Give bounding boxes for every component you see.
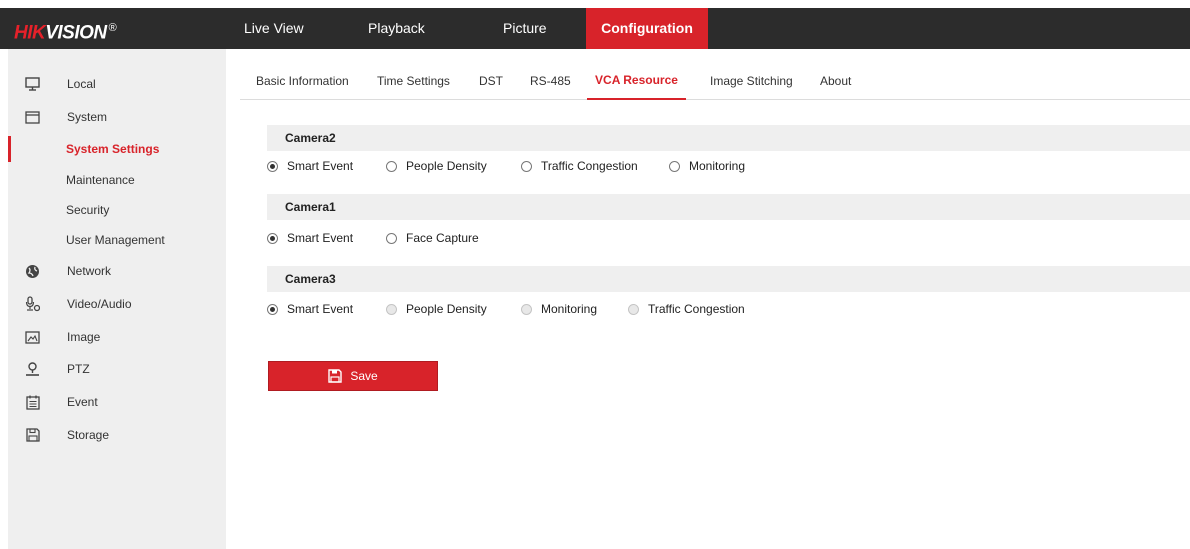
radio-circle[interactable] [521,160,532,172]
radio-label: Traffic Congestion [541,159,638,173]
sidebar-item-maintenance[interactable]: Maintenance [8,167,226,193]
radio-label: Smart Event [287,231,354,245]
tab-about[interactable]: About [820,58,851,100]
tab-rs485[interactable]: RS-485 [530,58,571,100]
tab-image-stitching[interactable]: Image Stitching [710,58,793,100]
sidebar-item-label: System Settings [66,142,160,156]
calendar-icon [25,395,40,410]
radio-label: Monitoring [689,159,746,173]
tab-basic-information[interactable]: Basic Information [256,58,349,100]
save-button[interactable]: Save [268,361,438,391]
sidebar-item-label: PTZ [67,362,90,376]
radio-circle [386,303,397,315]
radio-circle[interactable] [267,232,278,244]
radio-traffic-congestion: Traffic Congestion [628,299,745,319]
sidebar-item-label: Local [67,77,96,91]
sidebar-item-label: Video/Audio [67,297,132,311]
tab-time-settings[interactable]: Time Settings [377,58,450,100]
logo-vision: VISION [45,22,107,44]
sidebar-item-video-audio[interactable]: Video/Audio [8,291,226,317]
nav-playback[interactable]: Playback [368,8,500,49]
settings-tabs: Basic Information Time Settings DST RS-4… [240,58,1190,100]
radio-smart-event[interactable]: Smart Event [267,156,353,176]
sidebar-item-storage[interactable]: Storage [8,422,226,448]
radio-people-density[interactable]: People Density [386,156,487,176]
logo-registered-mark: ® [108,22,117,34]
radio-smart-event[interactable]: Smart Event [267,299,353,319]
image-icon [25,330,40,345]
camera-name: Camera3 [285,272,336,286]
radio-monitoring: Monitoring [521,299,597,319]
ptz-camera-icon [25,361,40,377]
nav-live-view[interactable]: Live View [244,8,368,49]
radio-label: Smart Event [287,302,354,316]
radio-label: People Density [406,302,487,316]
sidebar-item-system[interactable]: System [8,104,226,130]
radio-traffic-congestion[interactable]: Traffic Congestion [521,156,638,176]
nav-picture[interactable]: Picture [500,8,586,49]
sidebar-item-label: Security [66,203,110,217]
radio-label: Smart Event [287,159,354,173]
camera-section-header: Camera3 [267,266,1190,292]
radio-circle[interactable] [386,232,397,244]
camera-name: Camera1 [285,200,336,214]
sidebar-item-security[interactable]: Security [8,197,226,223]
main-nav: Live View Playback Picture Configuration [232,8,708,49]
radio-label: Monitoring [541,302,598,316]
radio-circle[interactable] [669,160,680,172]
nav-configuration[interactable]: Configuration [586,8,708,49]
monitor-icon [25,77,40,92]
sidebar-item-label: Maintenance [66,173,135,187]
top-navigation-bar: HIKVISION ® Live View Playback Picture Co… [0,8,1190,49]
sidebar-item-system-settings[interactable]: System Settings [8,136,226,162]
tab-vca-resource[interactable]: VCA Resource [587,58,686,100]
hikvision-logo: HIKVISION ® [14,8,117,49]
save-icon [328,369,343,383]
sidebar-item-event[interactable]: Event [8,389,226,415]
sidebar-item-label: Event [67,395,98,409]
camera-section-header: Camera2 [267,125,1190,151]
window-icon [25,110,40,125]
sidebar-item-ptz[interactable]: PTZ [8,356,226,382]
radio-circle[interactable] [267,303,278,315]
radio-face-capture[interactable]: Face Capture [386,228,479,248]
sidebar-item-image[interactable]: Image [8,324,226,350]
radio-monitoring[interactable]: Monitoring [669,156,745,176]
radio-label: People Density [406,159,487,173]
sidebar-item-label: System [67,110,108,124]
sidebar-item-network[interactable]: Network [8,258,226,284]
radio-people-density: People Density [386,299,487,319]
sidebar-item-label: Image [67,330,101,344]
radio-circle[interactable] [267,160,278,172]
tab-dst[interactable]: DST [479,58,503,100]
microphone-icon [25,296,40,312]
globe-icon [25,264,40,279]
radio-circle [521,303,532,315]
radio-circle [628,303,639,315]
camera-name: Camera2 [285,131,336,145]
camera-section-header: Camera1 [267,194,1190,220]
radio-smart-event[interactable]: Smart Event [267,228,353,248]
sidebar: Local System System Settings Maintenance… [8,49,226,549]
sidebar-item-local[interactable]: Local [8,71,226,97]
radio-label: Traffic Congestion [648,302,745,316]
sidebar-item-user-management[interactable]: User Management [8,227,226,253]
sidebar-item-label: Network [67,264,112,278]
sidebar-item-label: Storage [67,428,110,442]
sidebar-item-label: User Management [66,233,165,247]
radio-label: Face Capture [406,231,479,245]
floppy-disk-icon [25,428,40,443]
save-button-label: Save [350,369,378,383]
logo-hik: HIK [14,22,46,44]
radio-circle[interactable] [386,160,397,172]
